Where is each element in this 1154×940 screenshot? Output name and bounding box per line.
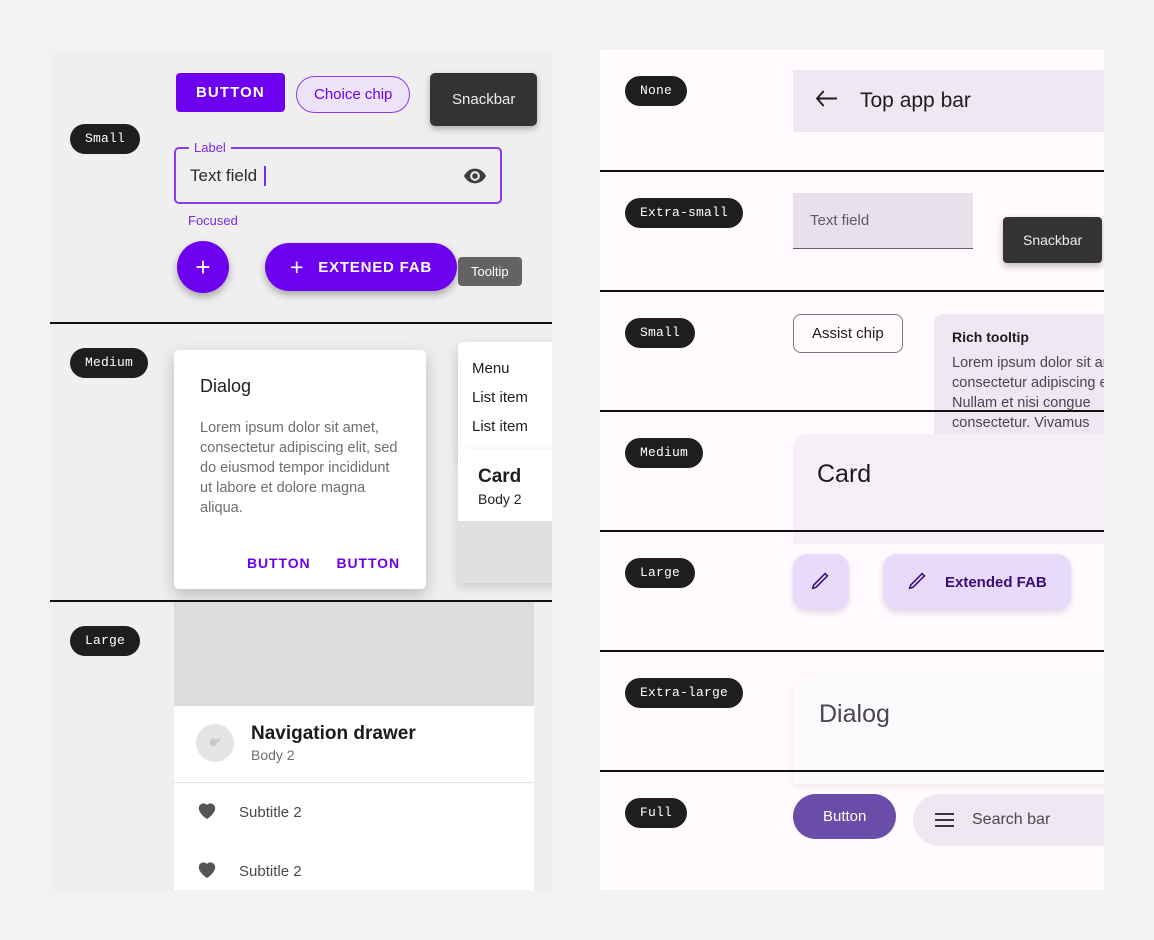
card-content: Card Body 2	[458, 449, 552, 521]
text-field-box[interactable]: Label Text field	[174, 140, 502, 204]
extended-fab-label: EXTENED FAB	[318, 258, 433, 276]
screenshot-stage: Small BUTTON Choice chip Snackbar Label …	[0, 0, 1154, 940]
size-badge-large: Large	[625, 558, 696, 588]
right-row-none: None Top app bar	[600, 50, 1104, 170]
pencil-icon	[810, 569, 832, 596]
eye-icon[interactable]	[464, 168, 486, 184]
tooltip: Tooltip	[458, 257, 522, 286]
left-row-small: Small BUTTON Choice chip Snackbar Label …	[50, 50, 552, 322]
right-row-extra-large: Extra-large Dialog	[600, 650, 1104, 784]
size-badge-medium: Medium	[625, 438, 704, 468]
size-badge-small: Small	[625, 318, 696, 348]
assist-chip[interactable]: Assist chip	[793, 314, 903, 353]
dialog-actions: BUTTON BUTTON	[200, 555, 400, 571]
search-bar[interactable]: Search bar	[913, 794, 1104, 846]
size-badge-extra-large: Extra-large	[625, 678, 744, 708]
menu: Menu List item List item	[458, 342, 552, 455]
card-media	[458, 521, 552, 583]
card-title: Card	[817, 460, 872, 488]
menu-header[interactable]: Menu	[458, 354, 552, 383]
plus-icon: +	[195, 251, 211, 282]
text-cursor	[264, 165, 266, 186]
card[interactable]: Card Body 2	[458, 449, 552, 583]
dialog: Dialog	[793, 674, 1104, 784]
top-app-bar-title: Top app bar	[860, 89, 971, 112]
card[interactable]: Card	[793, 434, 1104, 544]
heart-icon	[196, 800, 218, 825]
fab-button[interactable]	[793, 554, 849, 610]
top-app-bar: Top app bar	[793, 70, 1104, 132]
text-field[interactable]: Label Text field Focused	[174, 140, 502, 228]
dialog: Dialog Lorem ipsum dolor sit amet, conse…	[174, 350, 426, 589]
filled-text-field[interactable]: Text field	[793, 193, 973, 249]
left-panel: Small BUTTON Choice chip Snackbar Label …	[50, 50, 552, 890]
pencil-icon	[907, 569, 929, 596]
right-panel: None Top app bar Extra-small Text field …	[600, 50, 1104, 890]
search-bar-placeholder: Search bar	[972, 811, 1051, 828]
drawer-header-text: Navigation drawer Body 2	[251, 723, 416, 763]
arrow-left-icon[interactable]	[815, 90, 838, 112]
extended-fab-button[interactable]: + EXTENED FAB	[265, 243, 458, 291]
dialog-button-1[interactable]: BUTTON	[247, 555, 310, 571]
card-title: Card	[478, 466, 522, 487]
snackbar: Snackbar	[1003, 217, 1103, 263]
text-field-value: Text field	[190, 165, 258, 185]
drawer-subtitle: Body 2	[251, 747, 295, 763]
choice-chip[interactable]: Choice chip	[296, 76, 411, 113]
drawer-list-item[interactable]: Subtitle 2	[174, 783, 534, 842]
dialog-title: Dialog	[819, 700, 890, 728]
drawer-title: Navigation drawer	[251, 723, 416, 744]
menu-item[interactable]: List item	[458, 412, 552, 441]
menu-item[interactable]: List item	[458, 383, 552, 412]
size-badge-extra-small: Extra-small	[625, 198, 744, 228]
dialog-title: Dialog	[200, 376, 252, 396]
card-body: Body 2	[478, 491, 522, 507]
right-row-small: Small Assist chip Rich tooltip Lorem ips…	[600, 290, 1104, 443]
size-badge-small: Small	[70, 124, 141, 154]
drawer-header[interactable]: Navigation drawer Body 2	[174, 706, 534, 782]
drawer-list-item[interactable]: Subtitle 2	[174, 842, 534, 890]
dialog-body: Lorem ipsum dolor sit amet, consectetur …	[200, 420, 398, 516]
text-field-placeholder: Text field	[810, 212, 870, 229]
right-row-large: Large Extended FAB	[600, 530, 1104, 650]
left-row-large: Large Navigation drawer Body 2 Subtitle …	[50, 600, 552, 890]
right-row-medium: Medium Card	[600, 410, 1104, 544]
size-badge-full: Full	[625, 798, 688, 828]
extended-fab-button[interactable]: Extended FAB	[883, 554, 1071, 610]
left-row-medium: Medium Dialog Lorem ipsum dolor sit amet…	[50, 322, 552, 600]
drawer-hero-image	[174, 602, 534, 706]
drawer-list-item-label: Subtitle 2	[239, 804, 302, 821]
snackbar: Snackbar	[430, 73, 538, 126]
right-row-extra-small: Extra-small Text field Snackbar	[600, 170, 1104, 290]
hamburger-icon[interactable]	[935, 813, 954, 827]
filled-button[interactable]: BUTTON	[176, 73, 285, 112]
text-field-helper: Focused	[188, 213, 238, 228]
drawer-list-item-label: Subtitle 2	[239, 863, 302, 880]
filled-button[interactable]: Button	[793, 794, 897, 839]
rich-tooltip-title: Rich tooltip	[952, 329, 1029, 345]
text-field-label: Label	[189, 140, 231, 155]
navigation-drawer: Navigation drawer Body 2 Subtitle 2 Subt…	[174, 602, 534, 890]
fab-button[interactable]: +	[177, 241, 229, 293]
right-row-full: Full Button Search bar	[600, 770, 1104, 888]
account-icon	[196, 724, 234, 762]
dialog-button-2[interactable]: BUTTON	[337, 555, 400, 571]
size-badge-large: Large	[70, 626, 141, 656]
plus-icon: +	[290, 253, 305, 280]
size-badge-none: None	[625, 76, 688, 106]
size-badge-medium: Medium	[70, 348, 149, 378]
heart-icon	[196, 859, 218, 884]
extended-fab-label: Extended FAB	[945, 573, 1047, 591]
